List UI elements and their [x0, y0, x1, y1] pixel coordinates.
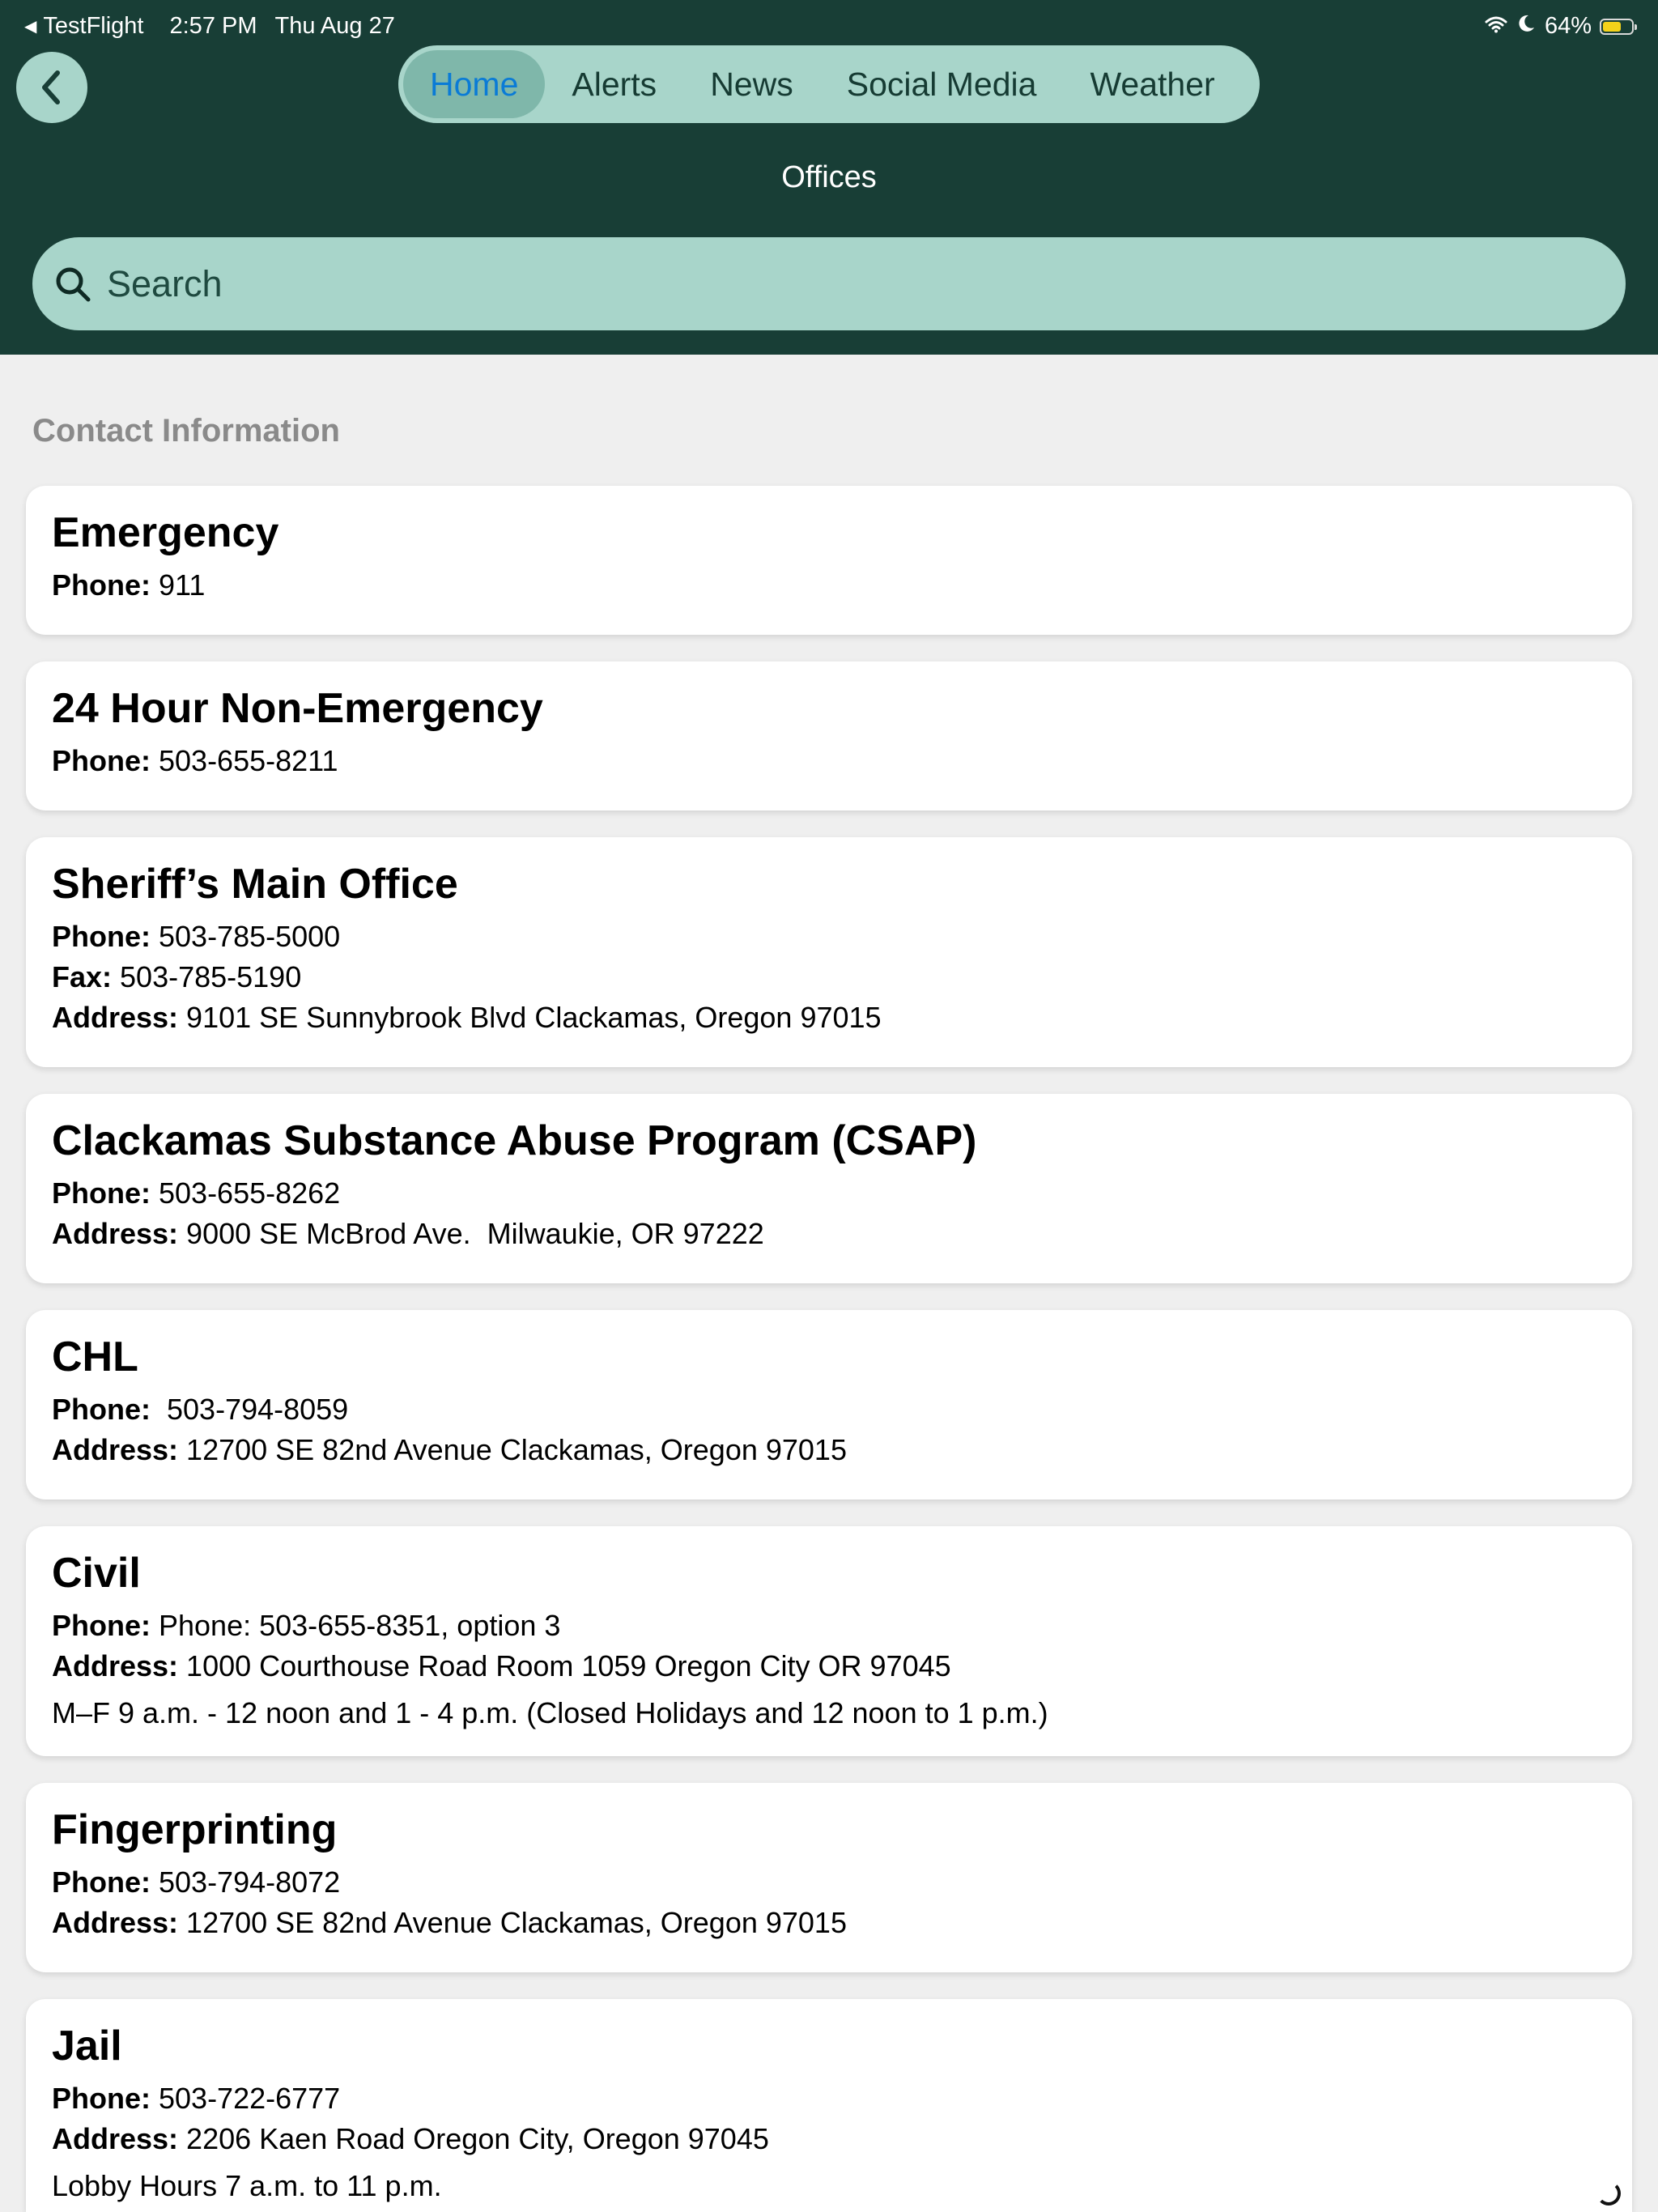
main-tabs: Home Alerts News Social Media Weather: [398, 45, 1260, 123]
fax-label: Fax:: [52, 960, 113, 993]
tab-social-media[interactable]: Social Media: [820, 50, 1064, 118]
back-button[interactable]: [16, 52, 87, 123]
phone-label: Phone:: [52, 568, 151, 602]
phone-label: Phone:: [52, 2082, 151, 2115]
tab-alerts[interactable]: Alerts: [545, 50, 683, 118]
contact-address[interactable]: Address: 1000 Courthouse Road Room 1059 …: [52, 1646, 1606, 1687]
contact-hours: Lobby Hours 7 a.m. to 11 p.m.: [52, 2169, 442, 2202]
status-left: ◀ TestFlight 2:57 PM Thu Aug 27: [24, 13, 395, 40]
address-label: Address:: [52, 1906, 179, 1939]
address-label: Address:: [52, 1217, 179, 1250]
phone-value: 503-794-8059: [151, 1393, 349, 1426]
contact-card-chl[interactable]: CHL Phone: 503-794-8059 Address: 12700 S…: [26, 1310, 1632, 1499]
tab-weather[interactable]: Weather: [1063, 50, 1241, 118]
battery-level-fill: [1603, 21, 1621, 32]
phone-value: 911: [151, 568, 206, 602]
address-value: 1000 Courthouse Road Room 1059 Oregon Ci…: [178, 1649, 951, 1682]
address-value: 9101 SE Sunnybrook Blvd Clackamas, Orego…: [178, 1001, 882, 1034]
page-title: Offices: [781, 160, 877, 194]
phone-value: 503-655-8262: [151, 1176, 341, 1210]
fax-value: 503-785-5190: [112, 960, 302, 993]
contact-fax: Fax: 503-785-5190: [52, 957, 1606, 998]
phone-value: 503-785-5000: [151, 920, 341, 953]
status-time: 2:57 PM: [169, 13, 257, 39]
contact-phone[interactable]: Phone: Phone: 503-655-8351, option 3: [52, 1606, 1606, 1646]
phone-value: 503-794-8072: [151, 1865, 341, 1899]
contact-card-civil[interactable]: Civil Phone: Phone: 503-655-8351, option…: [26, 1526, 1632, 1756]
phone-value: Phone: 503-655-8351, option 3: [151, 1609, 561, 1642]
contact-card-non-emergency[interactable]: 24 Hour Non-Emergency Phone: 503-655-821…: [26, 661, 1632, 810]
address-value: 12700 SE 82nd Avenue Clackamas, Oregon 9…: [178, 1906, 847, 1939]
contact-phone[interactable]: Phone: 911: [52, 565, 1606, 606]
contact-phone[interactable]: Phone: 503-794-8059: [52, 1389, 1606, 1430]
contact-name: Fingerprinting: [52, 1806, 338, 1853]
contact-address[interactable]: Address: 12700 SE 82nd Avenue Clackamas,…: [52, 1430, 1606, 1470]
contact-phone[interactable]: Phone: 503-785-5000: [52, 917, 1606, 957]
phone-label: Phone:: [52, 744, 151, 777]
battery-percent: 64%: [1544, 13, 1592, 39]
wifi-icon: [1485, 13, 1507, 40]
contact-card-jail[interactable]: Jail Phone: 503-722-6777 Address: 2206 K…: [26, 1999, 1632, 2212]
address-value: 9000 SE McBrod Ave. Milwaukie, OR 97222: [178, 1217, 764, 1250]
search-bar[interactable]: [32, 237, 1626, 330]
section-title: Contact Information: [32, 413, 340, 449]
contact-card-csap[interactable]: Clackamas Substance Abuse Program (CSAP)…: [26, 1094, 1632, 1283]
search-input[interactable]: [105, 250, 1485, 317]
address-label: Address:: [52, 1001, 179, 1034]
contact-phone[interactable]: Phone: 503-655-8211: [52, 741, 1606, 781]
phone-value: 503-655-8211: [151, 744, 338, 777]
contact-hours: M–F 9 a.m. - 12 noon and 1 - 4 p.m. (Clo…: [52, 1696, 1048, 1729]
chevron-left-icon: [42, 70, 60, 104]
phone-label: Phone:: [52, 920, 151, 953]
phone-label: Phone:: [52, 1865, 151, 1899]
contact-name: Sheriff’s Main Office: [52, 861, 458, 908]
contact-phone[interactable]: Phone: 503-794-8072: [52, 1862, 1606, 1903]
contact-card-emergency[interactable]: Emergency Phone: 911: [26, 486, 1632, 635]
return-to-app-icon[interactable]: ◀: [24, 16, 36, 36]
contact-name: Clackamas Substance Abuse Program (CSAP): [52, 1117, 977, 1164]
status-right: 64%: [1485, 13, 1637, 40]
do-not-disturb-icon: [1517, 13, 1535, 40]
phone-value: 503-722-6777: [151, 2082, 341, 2115]
battery-icon: [1600, 18, 1637, 35]
contact-name: Jail: [52, 2023, 122, 2069]
phone-label: Phone:: [52, 1176, 151, 1210]
return-app-label[interactable]: TestFlight: [43, 13, 143, 40]
contact-card-fingerprinting[interactable]: Fingerprinting Phone: 503-794-8072 Addre…: [26, 1783, 1632, 1972]
contact-address[interactable]: Address: 12700 SE 82nd Avenue Clackamas,…: [52, 1903, 1606, 1943]
search-icon: [56, 267, 91, 301]
address-value: 12700 SE 82nd Avenue Clackamas, Oregon 9…: [178, 1433, 847, 1466]
address-label: Address:: [52, 2122, 179, 2155]
contact-address[interactable]: Address: 9000 SE McBrod Ave. Milwaukie, …: [52, 1214, 1606, 1254]
contact-address[interactable]: Address: 2206 Kaen Road Oregon City, Ore…: [52, 2119, 1606, 2159]
tab-news[interactable]: News: [683, 50, 820, 118]
address-label: Address:: [52, 1433, 179, 1466]
loading-spinner-icon: [1596, 2181, 1621, 2206]
address-value: 2206 Kaen Road Oregon City, Oregon 97045: [178, 2122, 769, 2155]
contact-card-sheriffs-main-office[interactable]: Sheriff’s Main Office Phone: 503-785-500…: [26, 837, 1632, 1067]
contact-name: 24 Hour Non-Emergency: [52, 685, 543, 732]
contact-phone[interactable]: Phone: 503-655-8262: [52, 1173, 1606, 1214]
phone-label: Phone:: [52, 1393, 151, 1426]
tab-home[interactable]: Home: [403, 50, 546, 118]
contact-name: CHL: [52, 1334, 138, 1380]
app-header: ◀ TestFlight 2:57 PM Thu Aug 27 64% Home…: [0, 0, 1658, 355]
status-date: Thu Aug 27: [274, 13, 395, 39]
contact-phone[interactable]: Phone: 503-722-6777: [52, 2078, 1606, 2119]
address-label: Address:: [52, 1649, 179, 1682]
status-bar: ◀ TestFlight 2:57 PM Thu Aug 27 64%: [0, 10, 1658, 42]
phone-label: Phone:: [52, 1609, 151, 1642]
contact-name: Civil: [52, 1550, 141, 1597]
contact-address[interactable]: Address: 9101 SE Sunnybrook Blvd Clackam…: [52, 998, 1606, 1038]
contact-name: Emergency: [52, 509, 279, 556]
